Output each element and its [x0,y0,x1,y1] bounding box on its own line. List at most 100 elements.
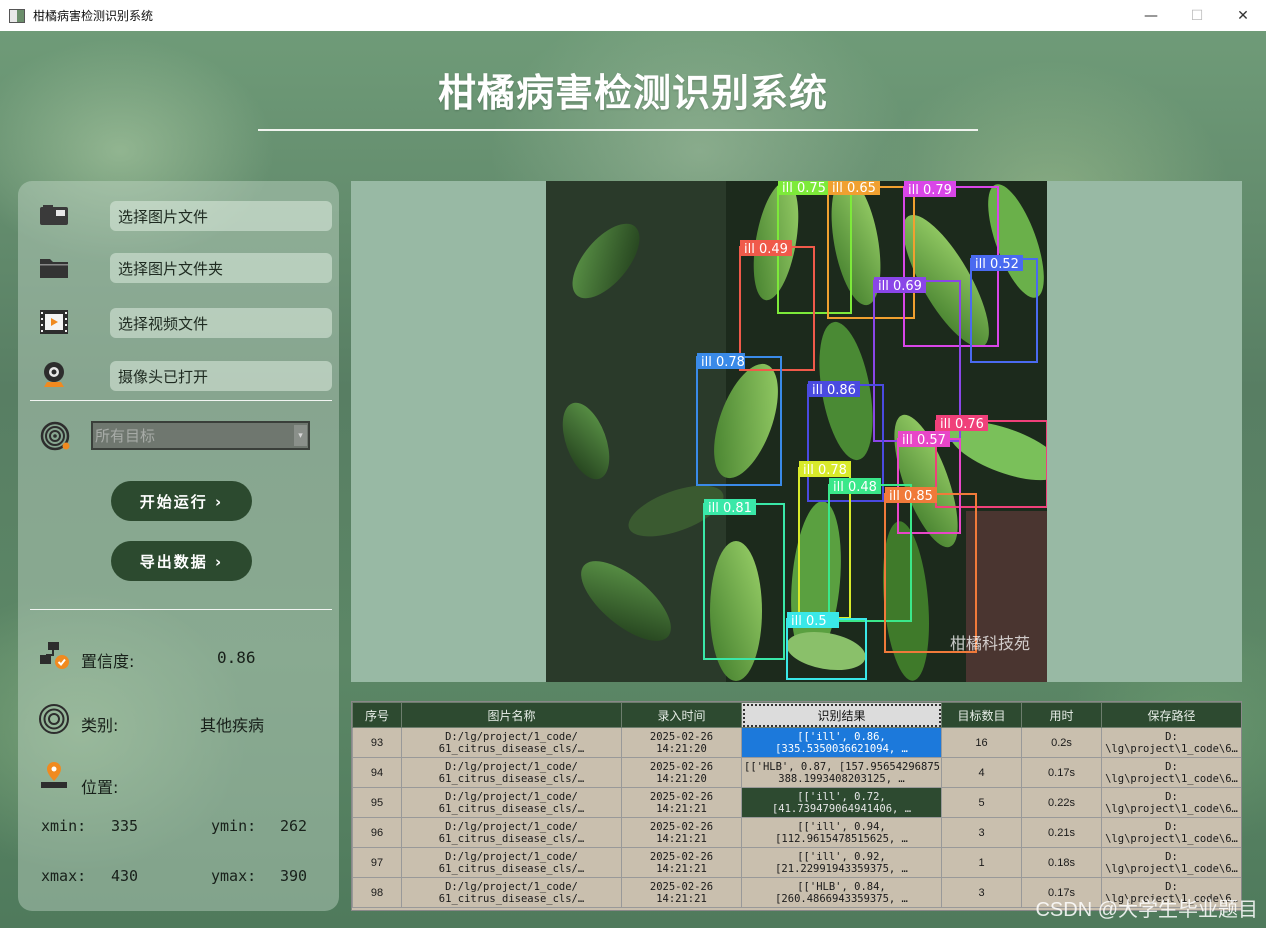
target-class-value: 所有目标 [95,427,156,445]
results-table[interactable]: 序号 图片名称 录入时间 识别结果 目标数目 用时 保存路径 93 D:/lg/… [351,701,1242,911]
cell-image-name[interactable]: D:/lg/project/1_code/61_citrus_disease_c… [401,847,622,878]
col-header-duration[interactable]: 用时 [1021,702,1102,728]
col-header-save-path[interactable]: 保存路径 [1101,702,1241,728]
app-icon [9,8,25,23]
table-row[interactable]: 93 D:/lg/project/1_code/61_citrus_diseas… [352,727,1241,758]
cell-count[interactable]: 3 [941,877,1022,908]
svg-text:ill 0.69: ill 0.69 [878,279,922,294]
target-icon [40,421,72,451]
cell-result[interactable]: [['HLB', 0.84, [260.4866943359375, … [741,877,942,908]
svg-text:ill 0.79: ill 0.79 [908,183,952,198]
cell-image-name[interactable]: D:/lg/project/1_code/61_citrus_disease_c… [401,757,622,788]
col-header-result[interactable]: 识别结果 [741,702,942,728]
cell-result[interactable]: [['ill', 0.86, [335.5350036621094, … [741,727,942,758]
menu-row-video-file[interactable]: 选择视频文件 [38,304,332,340]
cell-result[interactable]: [['ill', 0.92, [21.22991943359375, … [741,847,942,878]
col-header-count[interactable]: 目标数目 [941,702,1022,728]
cell-count[interactable]: 16 [941,727,1022,758]
cell-save-path[interactable]: D: \lg\project\1_code\6… [1101,757,1241,788]
table-row[interactable]: 94 D:/lg/project/1_code/61_citrus_diseas… [352,757,1241,788]
photo-watermark: 柑橘科技苑 [950,634,1030,653]
window-title: 柑橘病害检测识别系统 [33,9,154,23]
cell-duration[interactable]: 0.18s [1021,847,1102,878]
cell-save-path[interactable]: D: \lg\project\1_code\6… [1101,847,1241,878]
table-row[interactable]: 96 D:/lg/project/1_code/61_citrus_diseas… [352,817,1241,848]
cell-index[interactable]: 95 [352,787,402,818]
cell-time[interactable]: 2025-02-26 14:21:21 [621,877,742,908]
select-image-file-button[interactable]: 选择图片文件 [110,201,332,231]
cell-count[interactable]: 1 [941,847,1022,878]
cell-count[interactable]: 5 [941,787,1022,818]
maximize-button[interactable]: ☐ [1174,0,1220,31]
select-video-file-button[interactable]: 选择视频文件 [110,308,332,338]
col-header-image-name[interactable]: 图片名称 [401,702,622,728]
folder-icon [38,253,70,281]
ymax-label: ymax: [211,867,257,885]
panel-divider-2 [30,609,332,610]
location-icon [38,761,70,789]
confidence-label: 置信度: [81,652,135,671]
cell-image-name[interactable]: D:/lg/project/1_code/61_citrus_disease_c… [401,877,622,908]
cell-index[interactable]: 98 [352,877,402,908]
detection-image-svg: ill 0.75 ill 0.65 ill 0.79 ill 0.49 ill … [546,181,1047,682]
camera-toggle-button[interactable]: 摄像头已打开 [110,361,332,391]
cell-save-path[interactable]: D: \lg\project\1_code\6… [1101,727,1241,758]
cell-image-name[interactable]: D:/lg/project/1_code/61_citrus_disease_c… [401,787,622,818]
cell-time[interactable]: 2025-02-26 14:21:21 [621,847,742,878]
svg-text:ill 0.5: ill 0.5 [791,614,827,629]
xmax-value: 430 [111,867,139,885]
cell-index[interactable]: 94 [352,757,402,788]
svg-text:ill 0.49: ill 0.49 [744,242,788,257]
cell-duration[interactable]: 0.21s [1021,817,1102,848]
category-label: 类别: [81,716,119,735]
table-row[interactable]: 97 D:/lg/project/1_code/61_citrus_diseas… [352,847,1241,878]
cell-index[interactable]: 97 [352,847,402,878]
cell-save-path[interactable]: D: \lg\project\1_code\6… [1101,787,1241,818]
menu-row-image-folder[interactable]: 选择图片文件夹 [38,249,332,285]
start-run-button[interactable]: 开始运行 › [111,481,252,521]
svg-text:ill 0.78: ill 0.78 [701,355,745,370]
cell-duration[interactable]: 0.2s [1021,727,1102,758]
cell-time[interactable]: 2025-02-26 14:21:20 [621,757,742,788]
detection-image: ill 0.75 ill 0.65 ill 0.79 ill 0.49 ill … [546,181,1047,682]
cell-count[interactable]: 3 [941,817,1022,848]
ymax-value: 390 [280,867,308,885]
cell-time[interactable]: 2025-02-26 14:21:21 [621,817,742,848]
video-file-icon [38,308,70,336]
panel-divider [30,400,332,401]
col-header-time[interactable]: 录入时间 [621,702,742,728]
control-panel: 选择图片文件 选择图片文件夹 选择视频文件 摄像头已打开 所有目标 ▾ 开始运行… [18,181,339,911]
cell-count[interactable]: 4 [941,757,1022,788]
cell-save-path[interactable]: D: \lg\project\1_code\6… [1101,817,1241,848]
menu-row-image-file[interactable]: 选择图片文件 [38,197,332,233]
svg-text:ill 0.65: ill 0.65 [832,181,876,196]
cell-index[interactable]: 93 [352,727,402,758]
cell-result[interactable]: [['ill', 0.72, [41.739479064941406, … [741,787,942,818]
page-title: 柑橘病害检测识别系统 [437,71,828,115]
svg-text:ill 0.75: ill 0.75 [782,181,826,196]
svg-text:ill 0.86: ill 0.86 [812,383,856,398]
table-header-row: 序号 图片名称 录入时间 识别结果 目标数目 用时 保存路径 [352,702,1241,728]
cell-result[interactable]: [['HLB', 0.87, [157.95654296875, 388.1993… [741,757,942,788]
cell-image-name[interactable]: D:/lg/project/1_code/61_citrus_disease_c… [401,727,622,758]
cell-image-name[interactable]: D:/lg/project/1_code/61_citrus_disease_c… [401,817,622,848]
select-image-folder-button[interactable]: 选择图片文件夹 [110,253,332,283]
svg-text:ill 0.76: ill 0.76 [940,417,984,432]
close-button[interactable]: ✕ [1220,0,1266,31]
svg-text:ill 0.85: ill 0.85 [889,489,933,504]
export-data-button[interactable]: 导出数据 › [111,541,252,581]
cell-result[interactable]: [['ill', 0.94, [112.9615478515625, … [741,817,942,848]
col-header-index[interactable]: 序号 [352,702,402,728]
cell-index[interactable]: 96 [352,817,402,848]
svg-text:ill 0.81: ill 0.81 [708,501,752,516]
cell-duration[interactable]: 0.22s [1021,787,1102,818]
menu-row-camera[interactable]: 摄像头已打开 [38,357,332,393]
cell-duration[interactable]: 0.17s [1021,757,1102,788]
minimize-button[interactable]: — [1128,0,1174,31]
cell-time[interactable]: 2025-02-26 14:21:21 [621,787,742,818]
ymin-value: 262 [280,817,308,835]
cell-time[interactable]: 2025-02-26 14:21:20 [621,727,742,758]
table-row[interactable]: 95 D:/lg/project/1_code/61_citrus_diseas… [352,787,1241,818]
chevron-down-icon[interactable]: ▾ [294,425,307,446]
target-class-select[interactable]: 所有目标 ▾ [91,421,310,450]
